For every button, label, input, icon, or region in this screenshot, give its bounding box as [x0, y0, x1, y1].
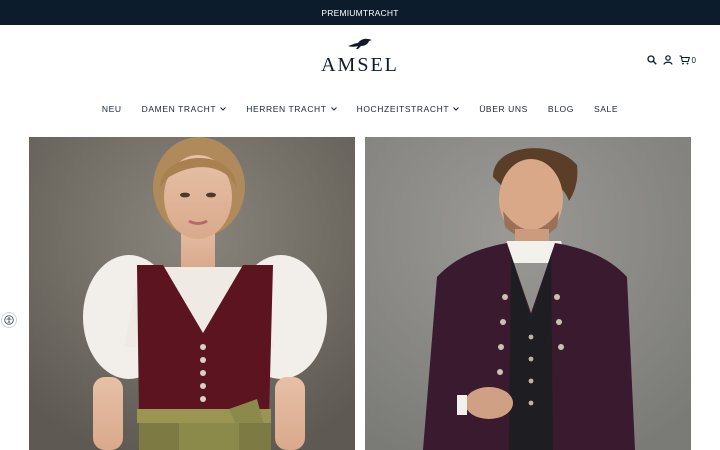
announcement-text: PREMIUMTRACHT — [321, 7, 399, 18]
header-actions: 0 — [646, 53, 696, 67]
cart-count: 0 — [691, 55, 696, 65]
cart-icon — [679, 55, 690, 65]
accessibility-button[interactable] — [1, 312, 17, 328]
search-icon[interactable] — [646, 55, 657, 65]
nav-item-neu[interactable]: NEU — [102, 104, 122, 114]
nav-item-ueber-uns[interactable]: ÜBER UNS — [479, 104, 528, 114]
cart-button[interactable]: 0 — [679, 55, 696, 65]
brand-name: AMSEL — [321, 54, 399, 76]
announcement-bar: PREMIUMTRACHT — [0, 0, 720, 25]
hero-image-women[interactable] — [29, 137, 355, 450]
nav-label: NEU — [101, 104, 122, 114]
nav-label: HOCHZEITSTRACHT — [356, 104, 450, 114]
chevron-down-icon — [330, 107, 337, 111]
woman-dirndl-image — [29, 137, 355, 450]
nav-label: BLOG — [547, 104, 574, 114]
man-velvet-jacket-image — [365, 137, 691, 450]
nav-item-hochzeitstracht[interactable]: HOCHZEITSTRACHT — [357, 104, 460, 114]
chevron-down-icon — [220, 107, 227, 111]
chevron-down-icon — [453, 107, 460, 111]
brand-logo[interactable]: AMSEL — [310, 37, 410, 82]
nav-label: SALE — [593, 104, 619, 114]
nav-item-herren-tracht[interactable]: HERREN TRACHT — [246, 104, 337, 114]
main-nav: NEU DAMEN TRACHT HERREN TRACHT HOCHZEITS… — [0, 100, 720, 118]
accessibility-icon — [4, 315, 14, 325]
nav-item-damen-tracht[interactable]: DAMEN TRACHT — [142, 104, 227, 114]
bird-icon — [348, 38, 372, 49]
nav-label: ÜBER UNS — [479, 104, 528, 114]
nav-label: DAMEN TRACHT — [141, 104, 217, 114]
nav-item-sale[interactable]: SALE — [594, 104, 618, 114]
nav-label: HERREN TRACHT — [246, 104, 327, 114]
site-header: AMSEL 0 — [0, 25, 720, 95]
nav-item-blog[interactable]: BLOG — [548, 104, 574, 114]
hero-image-men[interactable] — [365, 137, 691, 450]
user-icon[interactable] — [662, 55, 673, 65]
